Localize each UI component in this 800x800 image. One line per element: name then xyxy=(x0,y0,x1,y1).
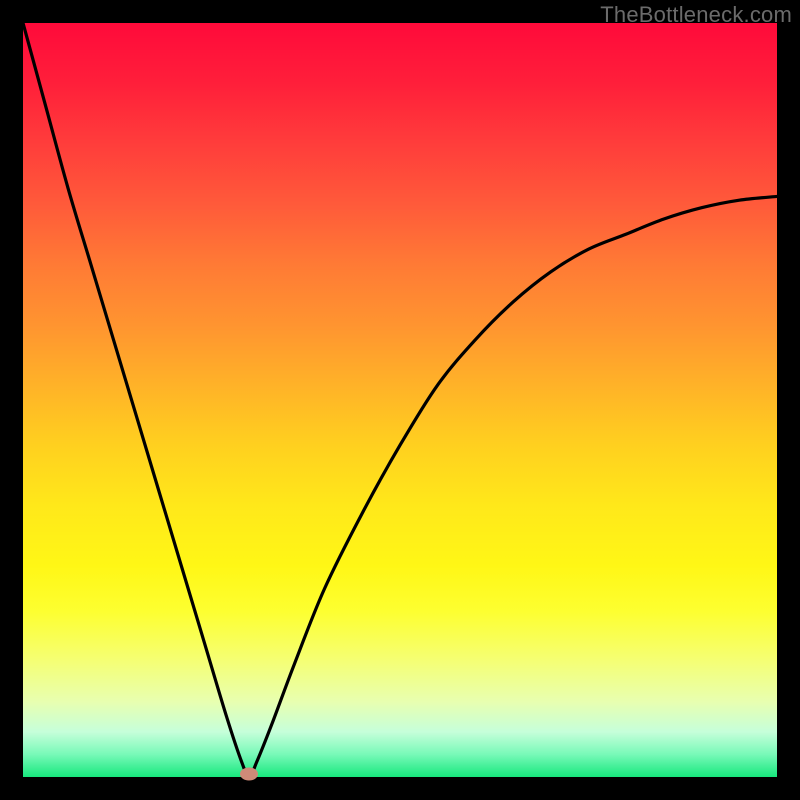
chart-curve-svg xyxy=(23,23,777,777)
watermark-text: TheBottleneck.com xyxy=(600,2,792,28)
bottleneck-curve xyxy=(23,23,777,777)
optimum-marker xyxy=(240,767,258,780)
chart-plot-area xyxy=(23,23,777,777)
